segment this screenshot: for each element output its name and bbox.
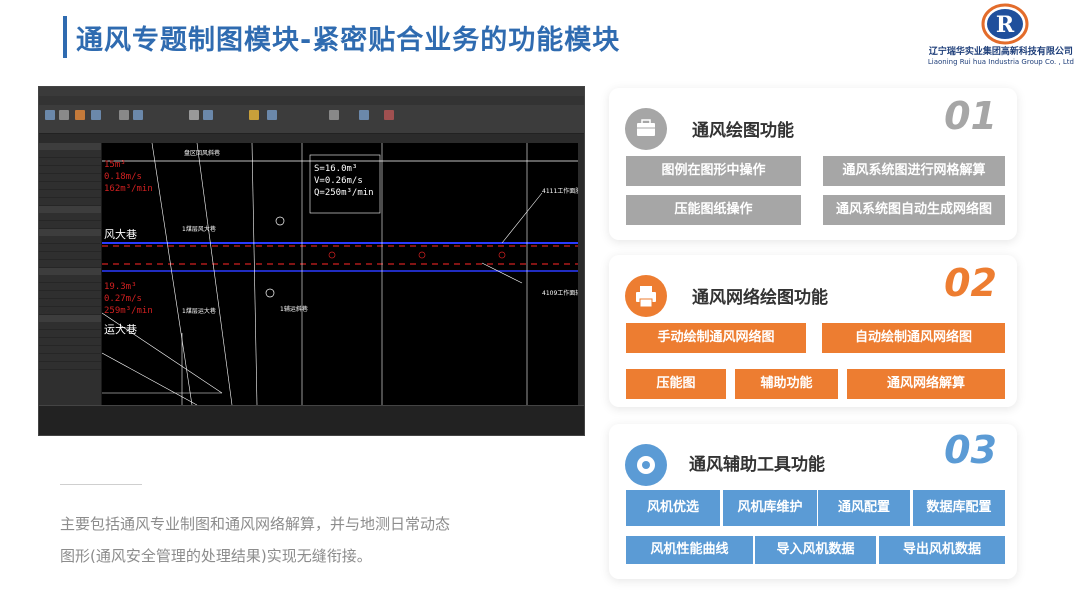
svg-text:15m³: 15m³ bbox=[104, 160, 126, 170]
svg-text:1煤层运大巷: 1煤层运大巷 bbox=[182, 307, 216, 315]
network-solve-button[interactable]: 通风网络解算 bbox=[847, 369, 1005, 399]
svg-text:259m³/min: 259m³/min bbox=[104, 306, 153, 316]
legend-operation-button[interactable]: 图例在图形中操作 bbox=[626, 156, 801, 186]
auto-network-button[interactable]: 通风系统图自动生成网络图 bbox=[823, 195, 1005, 225]
grid-solve-button[interactable]: 通风系统图进行网格解算 bbox=[823, 156, 1005, 186]
card-title: 通风网络绘图功能 bbox=[692, 288, 828, 308]
cad-window-titlebar bbox=[39, 87, 584, 96]
export-fan-data-button[interactable]: 导出风机数据 bbox=[879, 536, 1005, 564]
target-icon bbox=[625, 444, 667, 486]
svg-text:运大巷: 运大巷 bbox=[104, 322, 137, 336]
fan-select-button[interactable]: 风机优选 bbox=[626, 490, 720, 526]
card-number: 01 bbox=[944, 94, 997, 138]
card-title: 通风辅助工具功能 bbox=[689, 455, 825, 475]
cad-drawing-canvas: S=16.0m³ V=0.26m/s Q=250m³/min 15m³ 0.18… bbox=[102, 143, 578, 405]
cad-command-line bbox=[39, 405, 584, 435]
card-number: 03 bbox=[944, 428, 997, 472]
company-name: 辽宁瑞华实业集团高新科技有限公司 Liaoning Rui hua Indust… bbox=[928, 44, 1074, 66]
title-accent-bar bbox=[63, 16, 67, 58]
auxiliary-function-button[interactable]: 辅助功能 bbox=[735, 369, 838, 399]
fan-library-button[interactable]: 风机库维护 bbox=[723, 490, 817, 526]
drawing-function-card: 通风绘图功能 01 图例在图形中操作 通风系统图进行网格解算 压能图纸操作 通风… bbox=[609, 88, 1017, 240]
page-title: 通风专题制图模块-紧密贴合业务的功能模块 bbox=[76, 25, 621, 56]
ventilation-config-button[interactable]: 通风配置 bbox=[818, 490, 910, 526]
svg-text:4111工作面胶运顺槽: 4111工作面胶运顺槽 bbox=[542, 187, 578, 195]
cad-properties-panel bbox=[39, 143, 102, 405]
auto-draw-network-button[interactable]: 自动绘制通风网络图 bbox=[822, 323, 1005, 353]
printer-icon bbox=[625, 275, 667, 317]
network-drawing-card: 通风网络绘图功能 02 手动绘制通风网络图 自动绘制通风网络图 压能图 辅助功能… bbox=[609, 255, 1017, 407]
description-line-1: 主要包括通风专业制图和通风网络解算，并与地测日常动态 bbox=[60, 515, 451, 533]
briefcase-icon bbox=[625, 108, 667, 150]
description-divider bbox=[60, 484, 142, 485]
svg-text:19.3m³: 19.3m³ bbox=[104, 282, 137, 292]
svg-text:1煤层风大巷: 1煤层风大巷 bbox=[182, 225, 216, 233]
card-number: 02 bbox=[944, 261, 997, 305]
company-logo-icon: R bbox=[981, 3, 1029, 45]
description: 主要包括通风专业制图和通风网络解算，并与地测日常动态 图形(通风安全管理的处理结… bbox=[60, 508, 540, 572]
svg-text:0.18m/s: 0.18m/s bbox=[104, 172, 142, 182]
fan-curve-button[interactable]: 风机性能曲线 bbox=[626, 536, 753, 564]
svg-text:1辅运斜巷: 1辅运斜巷 bbox=[280, 305, 308, 313]
import-fan-data-button[interactable]: 导入风机数据 bbox=[755, 536, 876, 564]
svg-text:V=0.26m/s: V=0.26m/s bbox=[314, 176, 363, 186]
pressure-chart-button[interactable]: 压能图 bbox=[626, 369, 726, 399]
company-name-en: Liaoning Rui hua Industria Group Co. , L… bbox=[927, 58, 1074, 66]
svg-text:Q=250m³/min: Q=250m³/min bbox=[314, 188, 374, 198]
svg-text:风大巷: 风大巷 bbox=[104, 227, 137, 241]
manual-network-button[interactable]: 手动绘制通风网络图 bbox=[626, 323, 806, 353]
svg-text:S=16.0m³: S=16.0m³ bbox=[314, 164, 357, 174]
database-config-button[interactable]: 数据库配置 bbox=[913, 490, 1005, 526]
auxiliary-tools-card: 通风辅助工具功能 03 风机优选 风机库维护 通风配置 数据库配置 风机性能曲线… bbox=[609, 424, 1017, 579]
cad-screenshot: ▪▪▪▪▪▪▪▪▪▪▪▪▪ bbox=[38, 86, 585, 436]
svg-text:0.27m/s: 0.27m/s bbox=[104, 294, 142, 304]
svg-text:R: R bbox=[996, 12, 1015, 38]
cad-menubar: ▪▪▪▪▪▪▪▪▪▪▪▪▪ bbox=[39, 96, 584, 113]
svg-text:盘区回风斜巷: 盘区回风斜巷 bbox=[184, 149, 220, 157]
card-title: 通风绘图功能 bbox=[692, 121, 794, 141]
description-line-2: 图形(通风安全管理的处理结果)实现无缝衔接。 bbox=[60, 547, 372, 565]
company-name-cn: 辽宁瑞华实业集团高新科技有限公司 bbox=[928, 47, 1073, 57]
pressure-drawing-button[interactable]: 压能图纸操作 bbox=[626, 195, 801, 225]
svg-text:162m³/min: 162m³/min bbox=[104, 184, 153, 194]
cad-ribbon bbox=[39, 105, 584, 134]
svg-text:4109工作面辅运顺槽: 4109工作面辅运顺槽 bbox=[542, 289, 578, 297]
